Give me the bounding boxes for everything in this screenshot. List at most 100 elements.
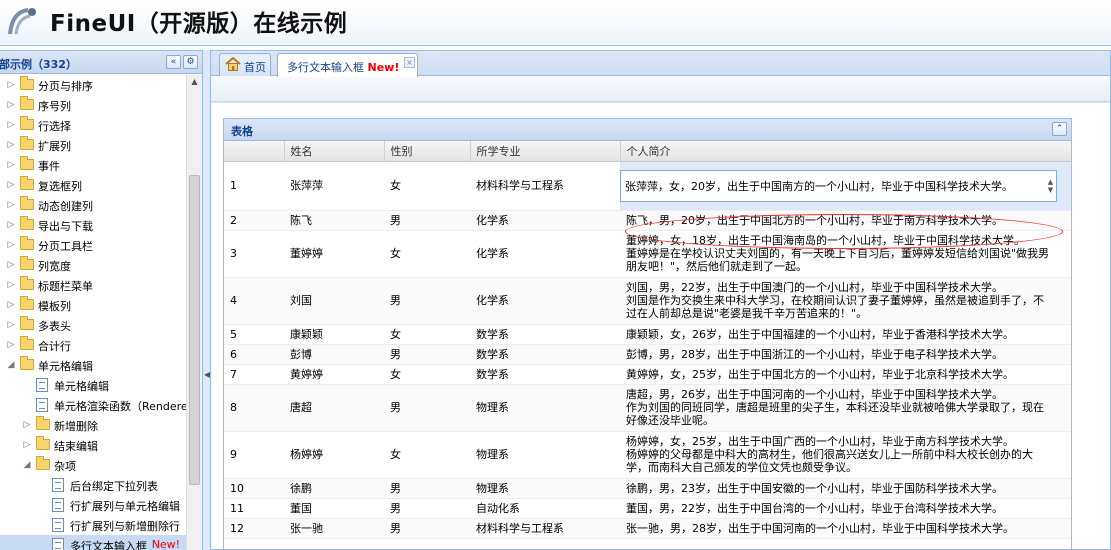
collapsed-arrow-icon[interactable]: ▷: [6, 279, 16, 291]
sidebar-scrollbar[interactable]: ▲: [186, 75, 202, 550]
sidebar-tree-item[interactable]: ▷ 标题栏菜单: [0, 275, 186, 295]
cell-bio[interactable]: 杨婷婷，女，25岁，出生于中国广西的一个小山村，毕业于南方科学技术大学。 杨婷婷的…: [620, 431, 1071, 479]
collapsed-arrow-icon[interactable]: ▷: [6, 99, 16, 111]
sidebar-tree-item[interactable]: ▷ 合计行: [0, 335, 186, 355]
cell-num: 6: [224, 344, 284, 365]
sidebar-tree-item[interactable]: 多行文本输入框 New!: [0, 535, 186, 550]
sidebar-tree-item[interactable]: ▷ 事件: [0, 155, 186, 175]
cell-major: 数学系: [470, 324, 620, 345]
sidebar-tree-label: 导出与下载: [38, 220, 93, 233]
tab-home[interactable]: 首页: [219, 53, 271, 76]
table-row[interactable]: 2 陈飞男化学系 陈飞，男，20岁，出生于中国北方的一个小山村，毕业于南方科学技术大…: [224, 210, 1071, 231]
column-header-bio[interactable]: 个人简介: [620, 141, 1071, 162]
sidebar-tree-item[interactable]: ◢ 单元格编辑: [0, 355, 186, 375]
cell-bio-editing[interactable]: 张萍萍，女，20岁，出生于中国南方的一个小山村，毕业于中国科学技术大学。 ▲ ▼: [620, 161, 1071, 211]
spinner-icon[interactable]: ▲ ▼: [1046, 178, 1055, 194]
sidebar-tree-item[interactable]: 行扩展列与单元格编辑N: [0, 495, 186, 515]
cell-bio[interactable]: 徐鹏，男，23岁，出生于中国安徽的一个小山村，毕业于国防科学技术大学。: [620, 478, 1071, 499]
sidebar-tree-label: 动态创建列: [38, 200, 93, 213]
collapsed-arrow-icon[interactable]: ▷: [6, 339, 16, 351]
sidebar: 全部示例（332） « ⚙ ▷ 分页与排序 ▷ 序号列 ▷ 行选择 ▷ 扩展列 ▷ 事件 ▷ 复选框列…: [0, 50, 203, 550]
collapsed-arrow-icon[interactable]: ▷: [22, 439, 32, 451]
cell-bio[interactable]: 董婷婷，女，18岁，出生于中国海南岛的一个小山村，毕业于中国科学技术大学。 董婷婷…: [620, 230, 1071, 278]
table-row[interactable]: 10 徐鹏男物理系 徐鹏，男，23岁，出生于中国安徽的一个小山村，毕业于国防科学技术…: [224, 478, 1071, 499]
cell-bio[interactable]: 董国，男，22岁，出生于中国台湾的一个小山村，毕业于台湾科学技术大学。: [620, 498, 1071, 519]
sidebar-splitter[interactable]: ◀: [203, 50, 210, 550]
scroll-up-icon[interactable]: ▲: [187, 75, 202, 89]
column-header-rownumber[interactable]: [224, 141, 285, 162]
collapsed-arrow-icon[interactable]: ▷: [6, 119, 16, 131]
expanded-arrow-icon[interactable]: ◢: [22, 459, 32, 471]
sidebar-tree-item[interactable]: ▷ 模板列: [0, 295, 186, 315]
sidebar-tree-label: 结束编辑: [54, 440, 98, 453]
cell-major: 物理系: [470, 384, 620, 432]
sidebar-tree-item[interactable]: ◢ 杂项: [0, 455, 186, 475]
close-icon[interactable]: ×: [404, 57, 415, 68]
column-header-major[interactable]: 所学专业: [470, 141, 621, 162]
sidebar-tree-item[interactable]: ▷ 行选择: [0, 115, 186, 135]
collapsed-arrow-icon[interactable]: ▷: [22, 419, 32, 431]
collapsed-arrow-icon[interactable]: ▷: [6, 259, 16, 271]
tab-multiline-textbox[interactable]: 多行文本输入框 New! ×: [277, 53, 418, 77]
table-row[interactable]: 7 黄婷婷女数学系 黄婷婷，女，25岁，出生于中国北方的一个小山村，毕业于北京科学技…: [224, 364, 1071, 385]
table-row[interactable]: 5 康颖颖女数学系 康颖颖，女，26岁，出生于中国福建的一个小山村，毕业于香港科学技…: [224, 324, 1071, 345]
sidebar-tree-item[interactable]: 后台绑定下拉列表: [0, 475, 186, 495]
collapsed-arrow-icon[interactable]: ▷: [6, 139, 16, 151]
collapsed-arrow-icon[interactable]: ▷: [6, 159, 16, 171]
column-header-name[interactable]: 姓名: [284, 141, 385, 162]
table-row[interactable]: 3 董婷婷女化学系 董婷婷，女，18岁，出生于中国海南岛的一个小山村，毕业于中国科学…: [224, 230, 1071, 278]
table-row[interactable]: 9 杨婷婷女物理系 杨婷婷，女，25岁，出生于中国广西的一个小山村，毕业于南方科学技…: [224, 431, 1071, 479]
sidebar-tree-item[interactable]: ▷ 复选框列: [0, 175, 186, 195]
expanded-arrow-icon[interactable]: ◢: [6, 359, 16, 371]
sidebar-tree-item[interactable]: ▷ 分页与排序: [0, 75, 186, 95]
sidebar-tree-label: 行扩展列与单元格编辑: [70, 500, 180, 513]
sidebar-tree-item[interactable]: 行扩展列与新增删除行N: [0, 515, 186, 535]
collapse-left-icon[interactable]: «: [166, 55, 181, 69]
collapsed-arrow-icon[interactable]: ▷: [6, 299, 16, 311]
cell-bio[interactable]: 陈飞，男，20岁，出生于中国北方的一个小山村，毕业于南方科学技术大学。: [620, 210, 1071, 231]
cell-bio[interactable]: 唐超，男，26岁，出生于中国河南的一个小山村，毕业于中国科学技术大学。 作为刘国的…: [620, 384, 1071, 432]
table-row[interactable]: 8 唐超男物理系 唐超，男，26岁，出生于中国河南的一个小山村，毕业于中国科学技术大…: [224, 384, 1071, 432]
sidebar-tree-label: 多表头: [38, 320, 71, 333]
sidebar-tree-label: 后台绑定下拉列表: [70, 480, 158, 493]
column-header-gender[interactable]: 性别: [384, 141, 471, 162]
sidebar-tree-item[interactable]: ▷ 结束编辑: [0, 435, 186, 455]
cell-bio[interactable]: 黄婷婷，女，25岁，出生于中国北方的一个小山村，毕业于北京科学技术大学。: [620, 364, 1071, 385]
sidebar-tree-item[interactable]: ▷ 新增删除: [0, 415, 186, 435]
sidebar-tree-label: 合计行: [38, 340, 71, 353]
table-row[interactable]: 4 刘国男化学系 刘国，男，22岁，出生于中国澳门的一个小山村，毕业于中国科学技术大…: [224, 277, 1071, 325]
table-row[interactable]: 11 董国男自动化系 董国，男，22岁，出生于中国台湾的一个小山村，毕业于台湾科学技…: [224, 498, 1071, 519]
table-row[interactable]: 12 张一驰男材料科学与工程系 张一驰，男，28岁，出生于中国河南的一个小山村，毕业…: [224, 518, 1071, 539]
cell-bio[interactable]: 张一驰，男，28岁，出生于中国河南的一个小山村，毕业于中国科学技术大学。: [620, 518, 1071, 539]
collapsed-arrow-icon[interactable]: ▷: [6, 199, 16, 211]
folder-icon: [20, 136, 34, 150]
sidebar-tree-item[interactable]: 单元格编辑: [0, 375, 186, 395]
collapsed-arrow-icon[interactable]: ▷: [6, 79, 16, 91]
sidebar-tree-item[interactable]: ▷ 序号列: [0, 95, 186, 115]
sidebar-tree-item[interactable]: ▷ 多表头: [0, 315, 186, 335]
collapse-up-icon[interactable]: ⌃: [1052, 122, 1067, 136]
page-icon: [52, 538, 64, 550]
scroll-thumb[interactable]: [189, 175, 200, 485]
collapsed-arrow-icon[interactable]: ▷: [6, 239, 16, 251]
cell-bio[interactable]: 彭博，男，28岁，出生于中国浙江的一个小山村，毕业于电子科学技术大学。: [620, 344, 1071, 365]
sidebar-tree-item[interactable]: 单元格渲染函数（RendererF: [0, 395, 186, 415]
table-row[interactable]: 1 张萍萍女材料科学与工程系 张萍萍，女，20岁，出生于中国南方的一个小山村，毕业于…: [224, 161, 1071, 211]
cell-gender: 男: [384, 498, 470, 519]
sidebar-tree-item[interactable]: ▷ 扩展列: [0, 135, 186, 155]
cell-bio[interactable]: 康颖颖，女，26岁，出生于中国福建的一个小山村，毕业于香港科学技术大学。: [620, 324, 1071, 345]
cell-bio[interactable]: 刘国，男，22岁，出生于中国澳门的一个小山村，毕业于中国科学技术大学。 刘国是作为…: [620, 277, 1071, 325]
sidebar-tree-item[interactable]: ▷ 动态创建列: [0, 195, 186, 215]
sidebar-tree-label: 行扩展列与新增删除行: [70, 520, 180, 533]
collapsed-arrow-icon[interactable]: ▷: [6, 219, 16, 231]
gear-icon[interactable]: ⚙: [183, 55, 198, 69]
collapsed-arrow-icon[interactable]: ▷: [6, 179, 16, 191]
sidebar-tree-item[interactable]: ▷ 列宽度: [0, 255, 186, 275]
table-row[interactable]: 6 彭博男数学系 彭博，男，28岁，出生于中国浙江的一个小山村，毕业于电子科学技术大…: [224, 344, 1071, 365]
cell-major: 化学系: [470, 277, 620, 325]
multiline-textarea-editor[interactable]: 张萍萍，女，20岁，出生于中国南方的一个小山村，毕业于中国科学技术大学。 ▲ ▼: [620, 169, 1057, 202]
new-badge: New!: [367, 61, 400, 74]
collapsed-arrow-icon[interactable]: ▷: [6, 319, 16, 331]
sidebar-tree-item[interactable]: ▷ 分页工具栏: [0, 235, 186, 255]
sidebar-tree-item[interactable]: ▷ 导出与下载: [0, 215, 186, 235]
